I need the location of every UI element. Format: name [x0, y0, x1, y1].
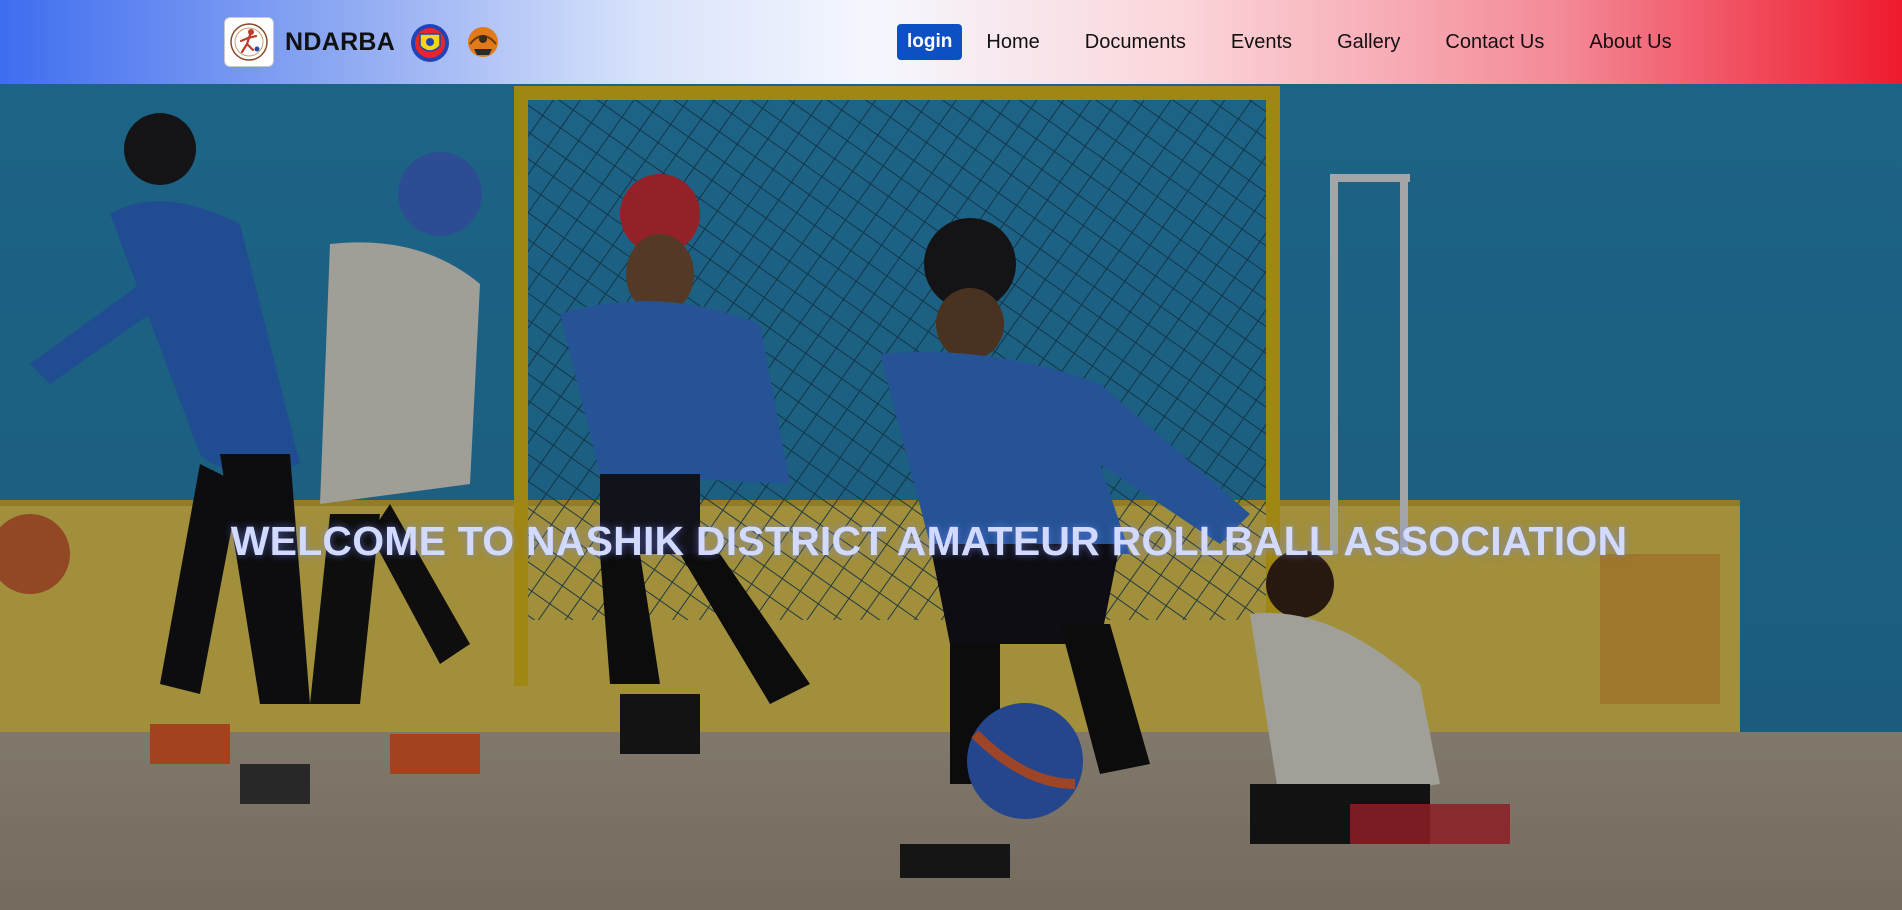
rollball-logo-icon: [224, 17, 274, 67]
hero-dim-overlay: [0, 84, 1902, 910]
nav-gallery[interactable]: Gallery: [1337, 31, 1400, 54]
brand[interactable]: NDARBA: [224, 17, 395, 67]
hero-title: WELCOME TO NASHIK DISTRICT AMATEUR ROLLB…: [230, 518, 1628, 564]
nav-home[interactable]: Home: [986, 31, 1039, 54]
login-button[interactable]: login: [897, 24, 963, 60]
brand-name: NDARBA: [285, 27, 396, 56]
main-nav: login Home Documents Events Gallery Cont…: [897, 24, 1672, 60]
top-navbar: NDARBA login Home Documents Events Galle…: [0, 0, 1902, 84]
federation-emblem-icon: [409, 22, 451, 64]
nav-events[interactable]: Events: [1231, 31, 1292, 54]
hero-banner: WELCOME TO NASHIK DISTRICT AMATEUR ROLLB…: [0, 84, 1902, 910]
nav-contact-us[interactable]: Contact Us: [1445, 31, 1544, 54]
nav-about-us[interactable]: About Us: [1589, 31, 1671, 54]
nav-documents[interactable]: Documents: [1085, 31, 1186, 54]
association-emblem-icon: [462, 22, 504, 64]
